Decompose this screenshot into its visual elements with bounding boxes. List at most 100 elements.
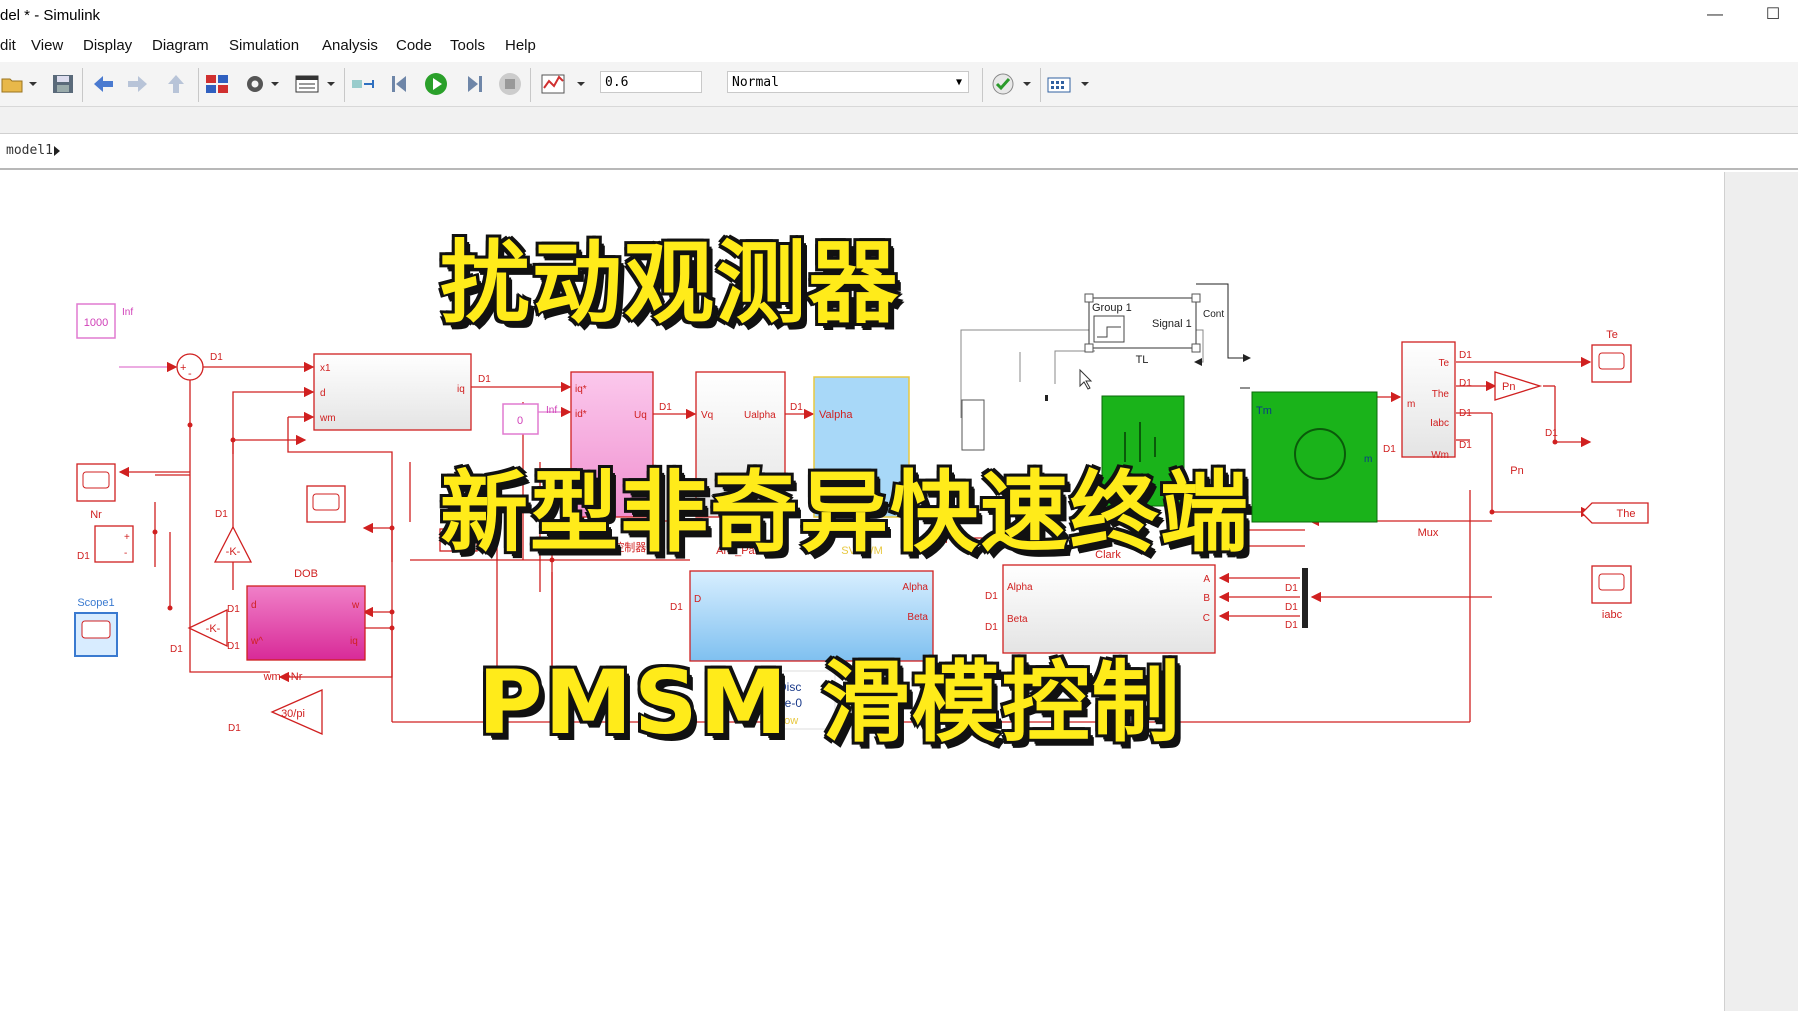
library-browser-icon[interactable] xyxy=(204,72,230,96)
sum2-plus-sign: + xyxy=(124,532,130,543)
bus-block-label: Mux xyxy=(1418,527,1439,539)
the-goto-block[interactable] xyxy=(1581,502,1649,524)
park-alpha-port: Alpha xyxy=(902,582,928,593)
menu-analysis[interactable]: Analysis xyxy=(322,37,378,54)
dob-iq-port: iq xyxy=(350,636,358,647)
settings-dropdown-icon[interactable] xyxy=(268,72,282,96)
mouse-cursor-icon xyxy=(1079,368,1093,390)
wire-label-d1-v: D1 xyxy=(1285,620,1298,631)
run-icon[interactable] xyxy=(423,72,449,96)
wire-label-d1-d: D1 xyxy=(790,402,803,413)
wire-label-d1-q: D1 xyxy=(670,602,683,613)
open-dropdown-icon[interactable] xyxy=(26,72,40,96)
menu-code[interactable]: Code xyxy=(396,37,432,54)
gain-k-left-value: -K- xyxy=(206,623,221,635)
controller-d-port: d xyxy=(320,388,326,399)
up-icon[interactable] xyxy=(163,72,189,96)
simulation-mode-select[interactable]: Normal ▼ xyxy=(727,71,969,93)
wire-label-d1-m: D1 xyxy=(215,509,228,520)
explorer-dropdown-icon[interactable] xyxy=(324,72,338,96)
sum2-minus-sign: - xyxy=(124,548,127,559)
pn-gain-value: Pn xyxy=(1502,381,1515,393)
clark-beta-port: Beta xyxy=(1007,614,1028,625)
toolbar: 0.6 Normal ▼ xyxy=(0,62,1798,107)
wire-label-d1-l: D1 xyxy=(170,644,183,655)
smc-controller-block[interactable] xyxy=(313,353,472,431)
update-diagram-icon[interactable] xyxy=(350,72,376,96)
minimize-button[interactable]: — xyxy=(1700,4,1730,26)
breadcrumb-model[interactable]: model1 xyxy=(6,143,53,158)
wire-label-d1-f: D1 xyxy=(1459,350,1472,361)
build-dropdown-icon[interactable] xyxy=(1078,72,1092,96)
iabc-scope-label: iabc xyxy=(1602,609,1623,621)
menu-view[interactable]: View xyxy=(31,37,63,54)
menu-bar: dit View Display Diagram Simulation Anal… xyxy=(0,32,1798,60)
bus-iabc-port: Iabc xyxy=(1430,418,1449,429)
menu-help[interactable]: Help xyxy=(505,37,536,54)
model-explorer-icon[interactable] xyxy=(294,72,320,96)
restore-button[interactable]: ☐ xyxy=(1758,4,1788,26)
gain-k-up-value: -K- xyxy=(226,546,241,558)
build-model-icon[interactable] xyxy=(1046,72,1072,96)
motor-m-port: m xyxy=(1364,454,1372,465)
bus-wm-port: Wm xyxy=(1431,450,1449,461)
inspector-dropdown-icon[interactable] xyxy=(574,72,588,96)
settings-gear-icon[interactable] xyxy=(242,72,268,96)
svpwm-valpha-port: Valpha xyxy=(819,409,853,421)
menu-diagram[interactable]: Diagram xyxy=(152,37,209,54)
dob-wstar-port: w^ xyxy=(250,636,263,647)
save-icon[interactable] xyxy=(50,72,76,96)
overlay-title-line1: 扰动观测器 xyxy=(438,229,900,338)
step-back-icon[interactable] xyxy=(388,72,414,96)
wire-label-d1-h: D1 xyxy=(1459,408,1472,419)
canvas-right-gutter xyxy=(1724,172,1798,1011)
controller-wm-port: wm xyxy=(319,413,336,424)
nr-scope-label: Nr xyxy=(90,509,102,521)
clark-alpha-port: Alpha xyxy=(1007,582,1033,593)
open-folder-icon[interactable] xyxy=(0,72,26,96)
window-title: del * - Simulink xyxy=(0,7,101,24)
menu-display[interactable]: Display xyxy=(83,37,132,54)
clark-b-port: B xyxy=(1203,593,1210,604)
title-bar: del * - Simulink — ☐ xyxy=(0,0,1798,32)
menu-tools[interactable]: Tools xyxy=(450,37,485,54)
constant-0-value: 0 xyxy=(517,415,523,427)
wire-label-d1-e: D1 xyxy=(1383,444,1396,455)
wire-label-d1-j: D1 xyxy=(1545,428,1558,439)
bus-te-port: Te xyxy=(1438,358,1449,369)
step-forward-icon[interactable] xyxy=(460,72,486,96)
overlay-title-line2: 新型非奇异快速终端 xyxy=(438,459,1251,566)
dob-block-label: DOB xyxy=(294,568,318,580)
model-advisor-icon[interactable] xyxy=(990,72,1016,96)
back-icon[interactable] xyxy=(90,72,116,96)
te-scope-label: Te xyxy=(1606,329,1618,341)
chevron-down-icon: ▼ xyxy=(955,77,962,88)
model-canvas[interactable]: 1000 Inf + - D1 x1 d wm iq D1 0 Inf iq* … xyxy=(0,172,1724,1011)
wire-label-d1-n: D1 xyxy=(227,604,240,615)
signal-builder-label: TL xyxy=(1136,354,1149,366)
dpc-uq-port: Uq xyxy=(634,410,647,421)
wire-label-d1-r: D1 xyxy=(985,591,998,602)
menu-edit[interactable]: dit xyxy=(0,37,16,54)
dob-block[interactable] xyxy=(246,585,366,661)
forward-icon[interactable] xyxy=(125,72,151,96)
explorer-bar xyxy=(0,107,1798,134)
anti-park-vq-port: Vq xyxy=(701,410,713,421)
stop-time-input[interactable]: 0.6 xyxy=(600,71,702,93)
demux-block[interactable] xyxy=(1302,568,1308,628)
park-beta-port: Beta xyxy=(907,612,928,623)
clark-a-port: A xyxy=(1203,574,1210,585)
wire-label-d1-u: D1 xyxy=(1285,602,1298,613)
advisor-dropdown-icon[interactable] xyxy=(1020,72,1034,96)
wire-label-d1-t: D1 xyxy=(1285,583,1298,594)
stop-icon[interactable] xyxy=(497,72,523,96)
wire-label-d1-p: D1 xyxy=(228,723,241,734)
the-goto-label: The xyxy=(1617,508,1636,520)
dpc-iq-port: iq* xyxy=(575,384,587,395)
menu-simulation[interactable]: Simulation xyxy=(229,37,299,54)
constant-1000-inf: Inf xyxy=(122,307,133,318)
controller-x1-port: x1 xyxy=(320,363,331,374)
data-inspector-icon[interactable] xyxy=(540,72,566,96)
anti-park-ualpha-port: Ualpha xyxy=(744,410,776,421)
breadcrumb-arrow-icon xyxy=(54,146,60,156)
